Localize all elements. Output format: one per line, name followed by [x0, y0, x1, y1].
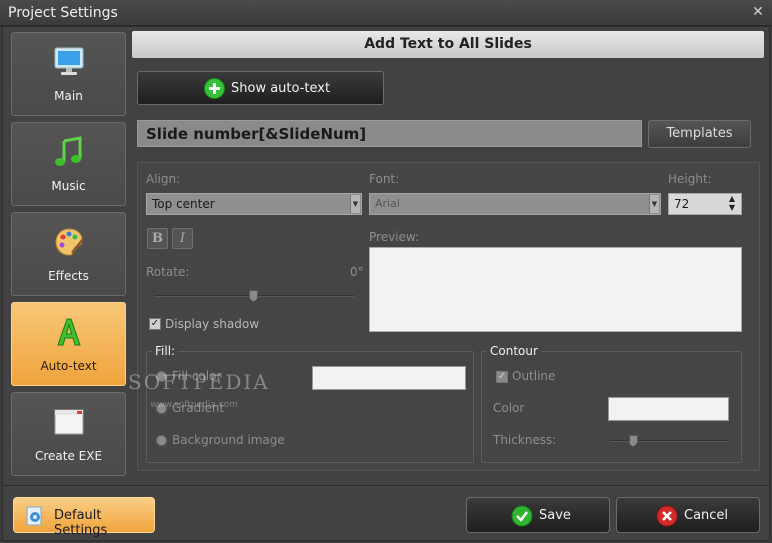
plus-icon — [204, 78, 225, 99]
sidebar-item-label: Create EXE — [34, 449, 103, 463]
footer-divider — [2, 485, 770, 486]
page-title: Add Text to All Slides — [132, 31, 764, 58]
default-settings-button[interactable]: Default Settings — [13, 497, 155, 538]
sidebar-item-label: Main — [54, 89, 83, 103]
font-select[interactable]: Arial ▼ — [369, 193, 661, 215]
close-icon[interactable]: ✕ — [750, 4, 766, 20]
display-shadow-checkbox[interactable]: ✓ — [149, 318, 161, 330]
chevron-down-icon: ▼ — [649, 195, 659, 213]
watermark-url: www.softpedia.com — [150, 400, 238, 410]
thickness-label: Thickness: — [493, 433, 557, 447]
sidebar-item-main[interactable]: Main — [11, 32, 126, 116]
save-label: Save — [539, 508, 571, 523]
rotate-label: Rotate: — [146, 265, 190, 279]
height-spinbox[interactable]: 72 ▲ ▼ — [668, 193, 742, 215]
cancel-button[interactable]: Cancel — [616, 497, 760, 533]
contour-group-title: Contour — [487, 344, 541, 358]
align-value: Top center — [152, 197, 215, 211]
monitor-icon — [54, 47, 84, 75]
spin-arrows-icon[interactable]: ▲ ▼ — [729, 194, 735, 212]
palette-icon — [55, 228, 84, 256]
fill-color-swatch[interactable] — [312, 366, 466, 390]
background-image-radio[interactable] — [156, 435, 167, 446]
sidebar-item-label: Auto-text — [40, 359, 97, 373]
contour-color-swatch[interactable] — [608, 397, 729, 421]
show-auto-text-button[interactable]: Show auto-text — [137, 71, 384, 105]
save-button[interactable]: Save — [466, 497, 610, 533]
checkmark-icon — [511, 505, 533, 527]
height-value: 72 — [674, 197, 690, 211]
fill-color-radio[interactable] — [156, 371, 167, 382]
fill-color-label: Fill color — [172, 369, 222, 383]
background-image-label: Background image — [172, 433, 285, 447]
title-bar: Project Settings ✕ — [0, 0, 772, 26]
cancel-icon — [656, 505, 678, 527]
align-select[interactable]: Top center ▼ — [146, 193, 362, 215]
sidebar-item-music[interactable]: Music — [11, 122, 126, 206]
contour-color-label: Color — [493, 401, 525, 415]
auto-text-input[interactable] — [137, 120, 642, 147]
letter-a-icon — [57, 318, 81, 346]
preview-label: Preview: — [369, 230, 420, 244]
font-value: Arial — [375, 197, 400, 210]
cancel-label: Cancel — [684, 508, 729, 523]
window-title: Project Settings — [8, 5, 118, 21]
default-settings-label: Default Settings — [54, 508, 108, 538]
outline-label: Outline — [512, 369, 556, 383]
outline-checkbox[interactable]: ✓ — [496, 371, 508, 383]
sidebar-item-effects[interactable]: Effects — [11, 212, 126, 296]
italic-button[interactable]: I — [172, 228, 193, 249]
thickness-slider-track[interactable] — [610, 440, 728, 442]
music-note-icon — [55, 136, 82, 166]
bold-button[interactable]: B — [147, 228, 168, 249]
display-shadow-label: Display shadow — [165, 317, 260, 331]
show-auto-text-label: Show auto-text — [231, 81, 331, 96]
sidebar-item-label: Music — [51, 179, 86, 193]
sidebar-item-create-exe[interactable]: Create EXE — [11, 392, 126, 476]
rotate-value: 0° — [350, 265, 364, 279]
settings-doc-icon — [26, 506, 42, 526]
chevron-down-icon: ▼ — [350, 195, 360, 213]
align-label: Align: — [146, 172, 181, 186]
preview-area — [369, 247, 742, 332]
templates-button[interactable]: Templates — [648, 120, 751, 148]
font-label: Font: — [369, 172, 400, 186]
fill-group-title: Fill: — [152, 344, 179, 358]
height-label: Height: — [668, 172, 712, 186]
window-icon — [54, 409, 84, 435]
sidebar-item-label: Effects — [48, 269, 89, 283]
sidebar-item-auto-text[interactable]: Auto-text — [11, 302, 126, 386]
